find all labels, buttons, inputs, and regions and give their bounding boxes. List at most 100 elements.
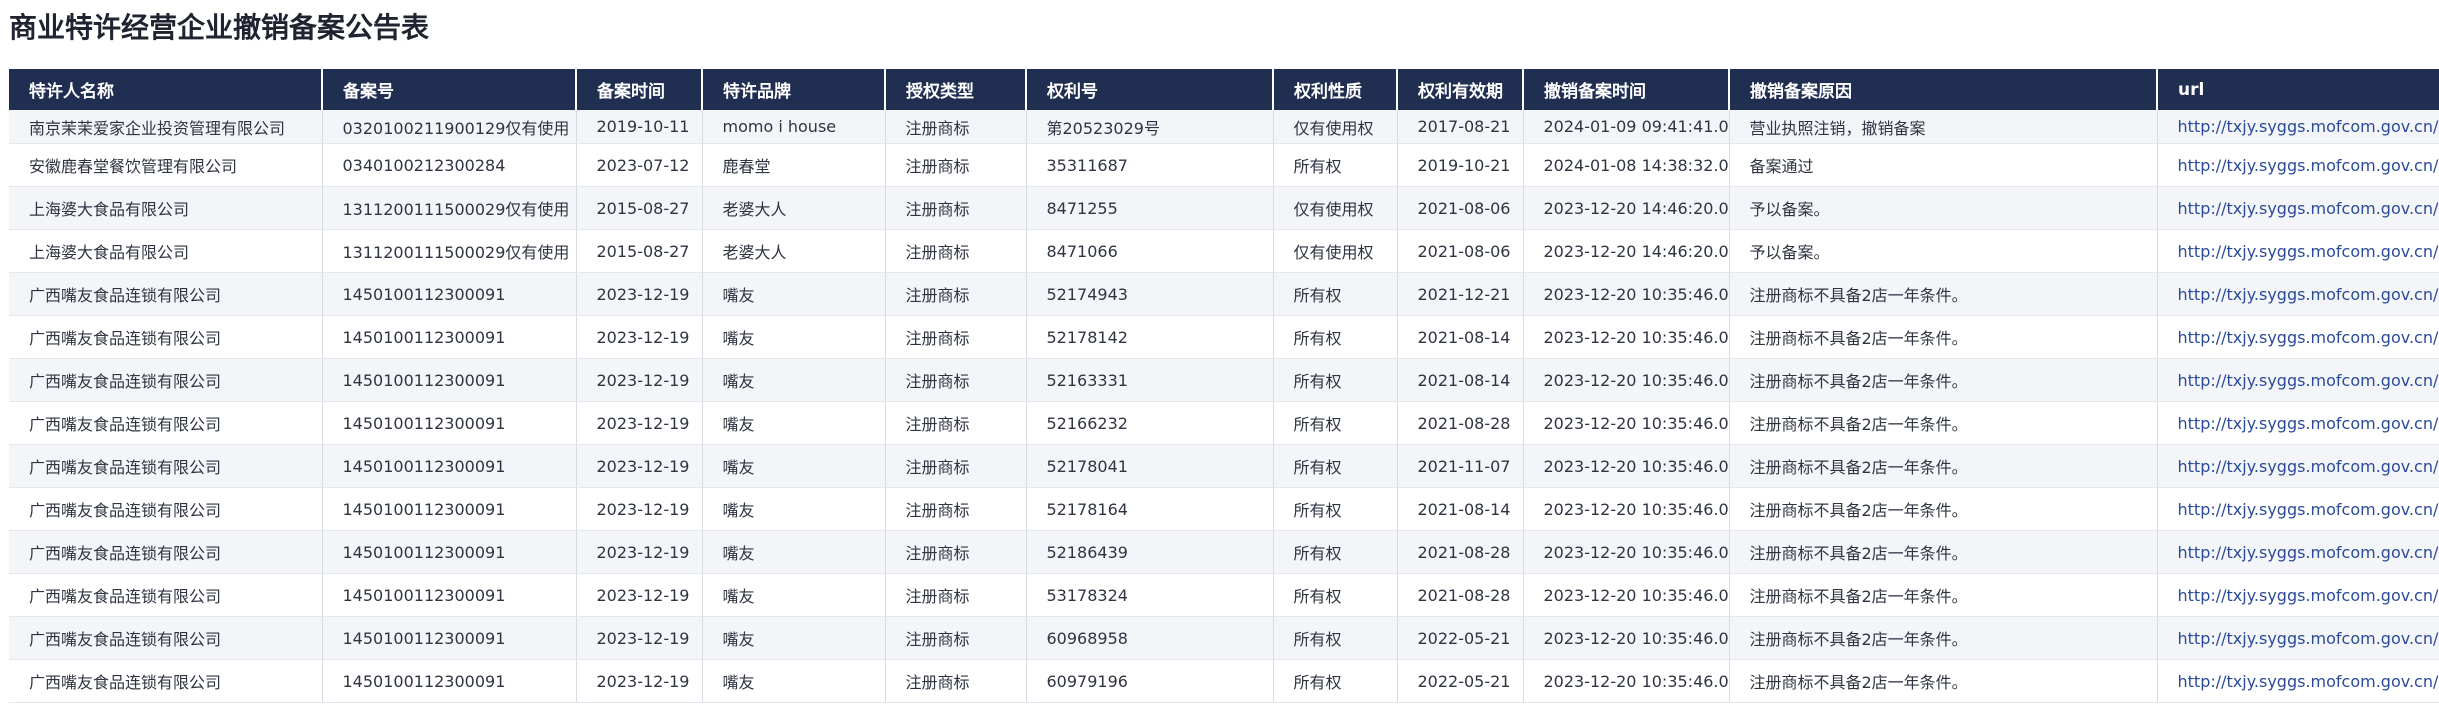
cell-url[interactable]: http://txjy.syggs.mofcom.gov.cn/ma — [2156, 530, 2439, 574]
cell-record-date: 2023-12-19 — [575, 487, 702, 531]
cell-revocation-reason: 注册商标不具备2店一年条件。 — [1728, 616, 2157, 660]
cell-record-date: 2023-12-19 — [575, 315, 702, 359]
cell-right-nature: 所有权 — [1272, 143, 1397, 187]
column-header-brand[interactable]: 特许品牌 — [701, 67, 885, 110]
column-header-revocation-reason[interactable]: 撤销备案原因 — [1728, 67, 2157, 110]
cell-brand: 嘴友 — [701, 315, 885, 359]
cell-record-date: 2023-12-19 — [575, 573, 702, 617]
cell-revocation-time: 2023-12-20 10:35:46.0 — [1522, 444, 1729, 488]
cell-franchisor-name: 广西嘴友食品连锁有限公司 — [9, 487, 322, 531]
cell-revocation-time: 2023-12-20 10:35:46.0 — [1522, 315, 1729, 359]
cell-url[interactable]: http://txjy.syggs.mofcom.gov.cn/ma — [2156, 659, 2439, 703]
cell-franchisor-name: 上海婆大食品有限公司 — [9, 229, 322, 273]
cell-record-date: 2023-12-19 — [575, 616, 702, 660]
table-row[interactable]: 广西嘴友食品连锁有限公司 1450100112300091 2023-12-19 嘴友… — [9, 444, 2439, 488]
column-header-right-nature[interactable]: 权利性质 — [1272, 67, 1397, 110]
cell-right-number: 52178164 — [1025, 487, 1273, 531]
cell-license-type: 注册商标 — [884, 315, 1026, 359]
cell-franchisor-name: 南京茉茉爱家企业投资管理有限公司 — [9, 110, 322, 144]
table-row[interactable]: 广西嘴友食品连锁有限公司 1450100112300091 2023-12-19 嘴友… — [9, 487, 2439, 531]
column-header-right-validity[interactable]: 权利有效期 — [1396, 67, 1523, 110]
cell-franchisor-name: 广西嘴友食品连锁有限公司 — [9, 616, 322, 660]
table-row[interactable]: 上海婆大食品有限公司 1311200111500029仅有使用 2015-08-27… — [9, 186, 2439, 230]
column-header-right-number[interactable]: 权利号 — [1025, 67, 1273, 110]
cell-license-type: 注册商标 — [884, 573, 1026, 617]
table-row[interactable]: 广西嘴友食品连锁有限公司 1450100112300091 2023-12-19 嘴友… — [9, 659, 2439, 703]
cell-brand: 嘴友 — [701, 401, 885, 445]
cell-url[interactable]: http://txjy.syggs.mofcom.gov.cn/ma — [2156, 272, 2439, 316]
cell-right-number: 8471066 — [1025, 229, 1273, 273]
cell-url[interactable]: http://txjy.syggs.mofcom.gov.cn/ma — [2156, 487, 2439, 531]
cell-right-number: 52174943 — [1025, 272, 1273, 316]
table-container[interactable]: 特许人名称 备案号 备案时间 特许品牌 授权类型 权利号 权利性质 权利有效期 撤销备案时间 撤销… — [9, 67, 2439, 706]
cell-revocation-reason: 注册商标不具备2店一年条件。 — [1728, 315, 2157, 359]
cell-brand: 嘴友 — [701, 272, 885, 316]
cell-record-number: 1450100112300091 — [321, 573, 576, 617]
column-header-revocation-time[interactable]: 撤销备案时间 — [1522, 67, 1729, 110]
cell-record-date: 2015-08-27 — [575, 186, 702, 230]
cell-franchisor-name: 广西嘴友食品连锁有限公司 — [9, 444, 322, 488]
table-row[interactable]: 广西嘴友食品连锁有限公司 1450100112300091 2023-12-19 嘴友… — [9, 401, 2439, 445]
cell-record-number: 1450100112300091 — [321, 358, 576, 402]
table-row[interactable]: 广西嘴友食品连锁有限公司 1450100112300091 2023-12-19 嘴友… — [9, 315, 2439, 359]
cell-franchisor-name: 广西嘴友食品连锁有限公司 — [9, 272, 322, 316]
cell-url[interactable]: http://txjy.syggs.mofcom.gov.cn/ma — [2156, 444, 2439, 488]
cell-record-number: 1450100112300091 — [321, 315, 576, 359]
cell-franchisor-name: 广西嘴友食品连锁有限公司 — [9, 659, 322, 703]
cell-brand: 嘴友 — [701, 530, 885, 574]
table-row[interactable]: 安徽鹿春堂餐饮管理有限公司 0340100212300284 2023-07-12 鹿… — [9, 143, 2439, 187]
cell-right-number: 52178142 — [1025, 315, 1273, 359]
cell-revocation-time: 2023-12-20 10:35:46.0 — [1522, 573, 1729, 617]
table-row[interactable]: 广西嘴友食品连锁有限公司 1450100112300091 2023-12-19 嘴友… — [9, 616, 2439, 660]
cell-url[interactable]: http://txjy.syggs.mofcom.gov.cn/ma — [2156, 186, 2439, 230]
cell-right-validity: 2021-08-28 — [1396, 401, 1523, 445]
table-row[interactable]: 南京茉茉爱家企业投资管理有限公司 0320100211900129仅有使用 2019… — [9, 110, 2439, 144]
column-header-license-type[interactable]: 授权类型 — [884, 67, 1026, 110]
cell-record-date: 2023-12-19 — [575, 401, 702, 445]
cell-brand: 嘴友 — [701, 616, 885, 660]
column-header-record-number[interactable]: 备案号 — [321, 67, 576, 110]
cell-revocation-time: 2023-12-20 10:35:46.0 — [1522, 487, 1729, 531]
cell-right-validity: 2017-08-21 — [1396, 110, 1523, 144]
cell-record-number: 0320100211900129仅有使用 — [321, 110, 576, 144]
table-row[interactable]: 广西嘴友食品连锁有限公司 1450100112300091 2023-12-19 嘴友… — [9, 573, 2439, 617]
cell-record-date: 2023-12-19 — [575, 659, 702, 703]
table-row[interactable]: 广西嘴友食品连锁有限公司 1450100112300091 2023-12-19 嘴友… — [9, 530, 2439, 574]
cell-license-type: 注册商标 — [884, 616, 1026, 660]
revocation-table: 特许人名称 备案号 备案时间 特许品牌 授权类型 权利号 权利性质 权利有效期 撤销备案时间 撤销… — [9, 67, 2439, 703]
cell-url[interactable]: http://txjy.syggs.mofcom.gov.cn/ma — [2156, 110, 2439, 144]
cell-revocation-reason: 予以备案。 — [1728, 186, 2157, 230]
cell-record-number: 1450100112300091 — [321, 272, 576, 316]
cell-license-type: 注册商标 — [884, 272, 1026, 316]
cell-record-number: 0340100212300284 — [321, 143, 576, 187]
cell-record-number: 1450100112300091 — [321, 401, 576, 445]
table-row[interactable]: 广西嘴友食品连锁有限公司 1450100112300091 2023-12-19 嘴友… — [9, 272, 2439, 316]
table-row[interactable]: 广西嘴友食品连锁有限公司 1450100112300091 2023-12-19 嘴友… — [9, 358, 2439, 402]
cell-url[interactable]: http://txjy.syggs.mofcom.gov.cn/ma — [2156, 358, 2439, 402]
cell-record-number: 1311200111500029仅有使用 — [321, 229, 576, 273]
cell-right-number: 8471255 — [1025, 186, 1273, 230]
cell-url[interactable]: http://txjy.syggs.mofcom.gov.cn/ma — [2156, 573, 2439, 617]
cell-url[interactable]: http://txjy.syggs.mofcom.gov.cn/ma — [2156, 143, 2439, 187]
cell-revocation-reason: 予以备案。 — [1728, 229, 2157, 273]
cell-url[interactable]: http://txjy.syggs.mofcom.gov.cn/ma — [2156, 229, 2439, 273]
cell-revocation-reason: 注册商标不具备2店一年条件。 — [1728, 401, 2157, 445]
cell-right-validity: 2021-08-14 — [1396, 315, 1523, 359]
cell-url[interactable]: http://txjy.syggs.mofcom.gov.cn/ma — [2156, 616, 2439, 660]
cell-franchisor-name: 广西嘴友食品连锁有限公司 — [9, 530, 322, 574]
cell-url[interactable]: http://txjy.syggs.mofcom.gov.cn/ma — [2156, 315, 2439, 359]
cell-revocation-time: 2023-12-20 10:35:46.0 — [1522, 272, 1729, 316]
cell-revocation-reason: 营业执照注销，撤销备案 — [1728, 110, 2157, 144]
column-header-franchisor-name[interactable]: 特许人名称 — [9, 67, 322, 110]
cell-license-type: 注册商标 — [884, 659, 1026, 703]
cell-right-nature: 所有权 — [1272, 659, 1397, 703]
cell-brand: 鹿春堂 — [701, 143, 885, 187]
cell-brand: momo i house — [701, 110, 885, 144]
table-row[interactable]: 上海婆大食品有限公司 1311200111500029仅有使用 2015-08-27… — [9, 229, 2439, 273]
column-header-url[interactable]: url — [2156, 67, 2439, 110]
cell-right-number: 35311687 — [1025, 143, 1273, 187]
column-header-record-date[interactable]: 备案时间 — [575, 67, 702, 110]
cell-record-number: 1450100112300091 — [321, 616, 576, 660]
cell-record-number: 1450100112300091 — [321, 487, 576, 531]
cell-url[interactable]: http://txjy.syggs.mofcom.gov.cn/ma — [2156, 401, 2439, 445]
